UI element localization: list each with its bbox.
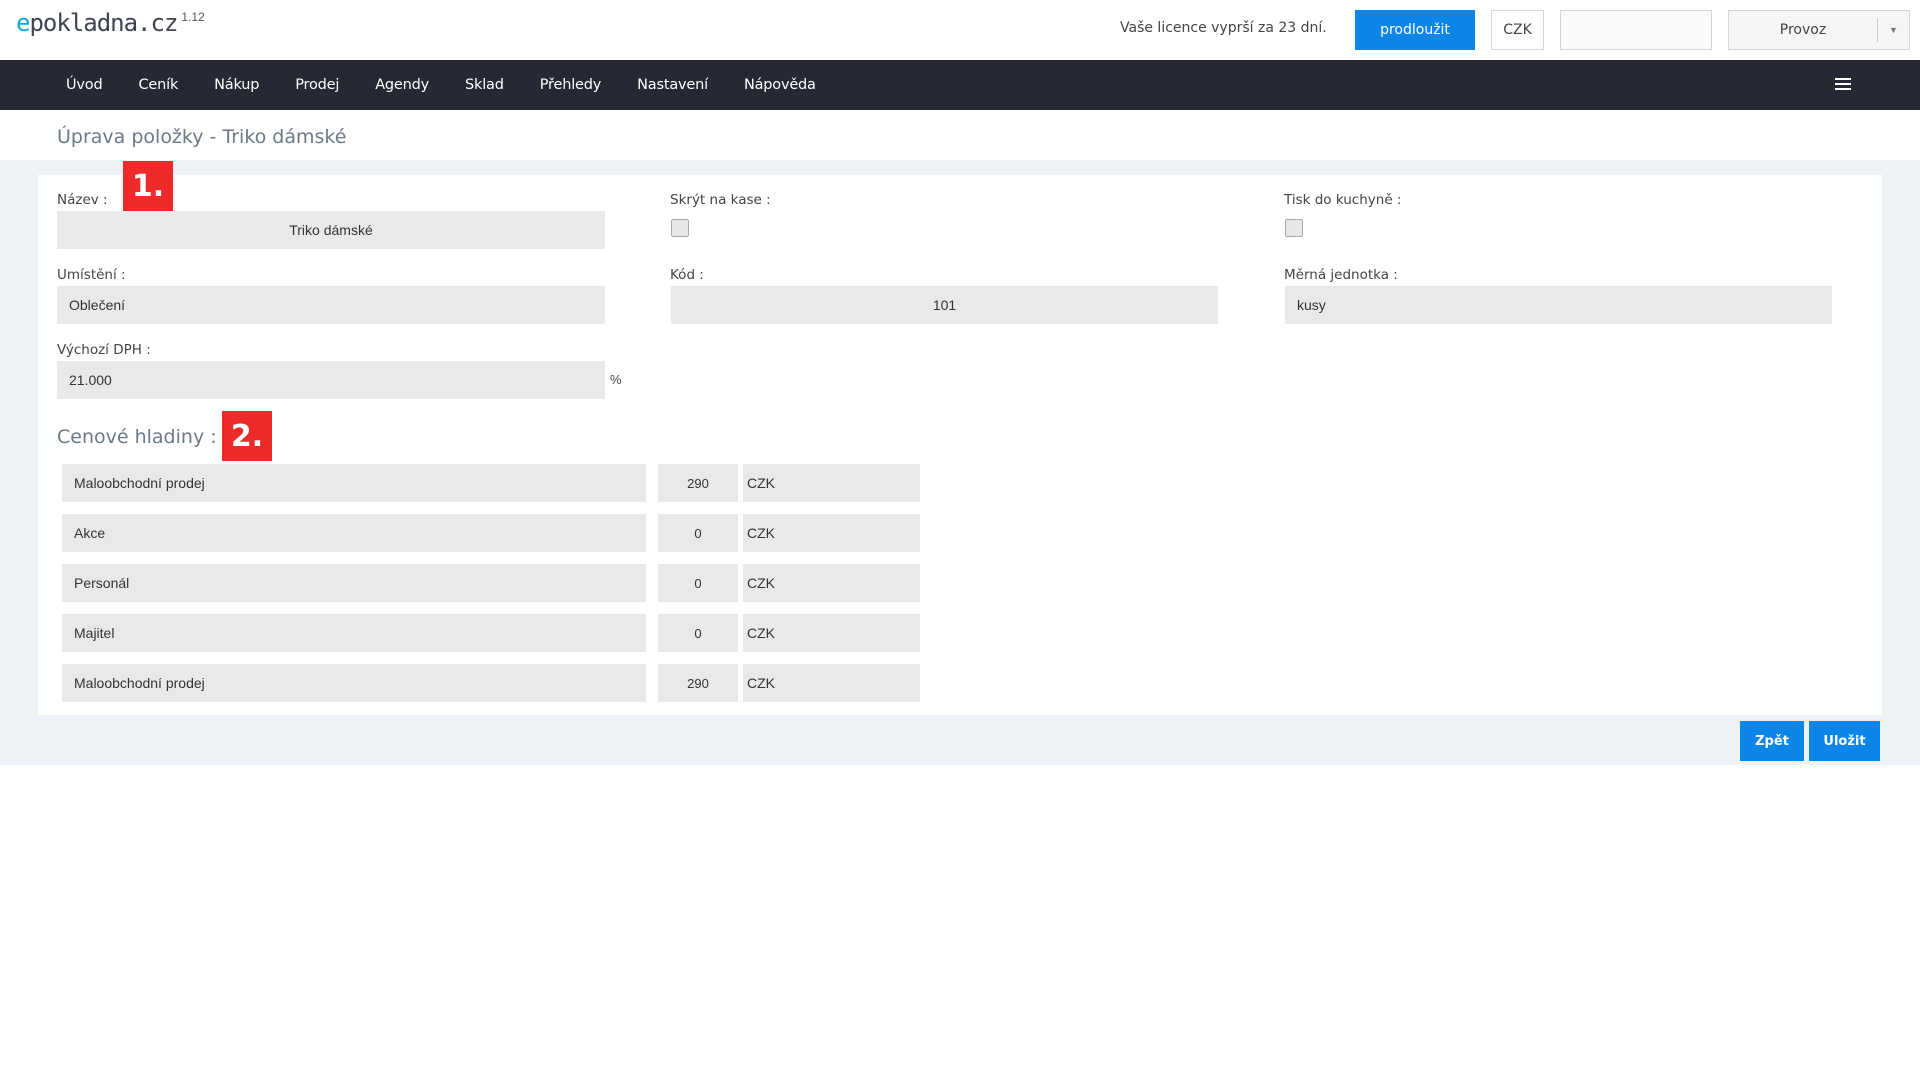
price-level-currency[interactable]: CZK (743, 664, 920, 702)
price-level-name[interactable]: Akce (62, 514, 646, 552)
nav-item-napoveda[interactable]: Nápověda (726, 60, 834, 110)
nav-item-nastaveni[interactable]: Nastavení (619, 60, 726, 110)
blank-field[interactable] (1560, 10, 1712, 50)
price-level-value[interactable]: 0 (658, 564, 738, 602)
nav-item-cenik[interactable]: Ceník (120, 60, 196, 110)
location-select[interactable]: Provoz ▼ (1728, 10, 1910, 50)
unit-label: Měrná jednotka : (1284, 267, 1398, 283)
step-badge-1: 1. (123, 161, 173, 211)
kitchen-print-checkbox[interactable] (1285, 219, 1303, 237)
price-level-value[interactable]: 0 (658, 614, 738, 652)
back-button[interactable]: Zpět (1740, 721, 1804, 761)
price-level-name[interactable]: Personál (62, 564, 646, 602)
vat-label: Výchozí DPH : (57, 342, 151, 358)
price-level-value[interactable]: 0 (658, 514, 738, 552)
price-level-row: Akce 0 CZK (62, 514, 920, 552)
price-level-currency[interactable]: CZK (743, 564, 920, 602)
price-level-name[interactable]: Majitel (62, 614, 646, 652)
nav-item-prehledy[interactable]: Přehledy (522, 60, 619, 110)
currency-selector[interactable]: CZK (1491, 10, 1544, 50)
vat-percent-unit: % (610, 372, 622, 387)
name-field[interactable]: Triko dámské (57, 211, 605, 249)
unit-field[interactable]: kusy (1285, 286, 1832, 324)
renew-license-button[interactable]: prodloužit (1355, 10, 1475, 50)
price-level-value[interactable]: 290 (658, 664, 738, 702)
nav-item-agendy[interactable]: Agendy (357, 60, 447, 110)
price-level-currency[interactable]: CZK (743, 464, 920, 502)
hide-on-register-checkbox[interactable] (671, 219, 689, 237)
code-field[interactable]: 101 (671, 286, 1218, 324)
location-select-label: Provoz (1779, 22, 1827, 38)
price-level-value[interactable]: 290 (658, 464, 738, 502)
step-badge-2: 2. (222, 411, 272, 461)
vat-field[interactable]: 21.000 (57, 361, 605, 399)
name-label: Název : (57, 192, 108, 208)
nav-item-sklad[interactable]: Sklad (447, 60, 522, 110)
price-level-name[interactable]: Maloobchodní prodej (62, 464, 646, 502)
nav-item-nakup[interactable]: Nákup (196, 60, 277, 110)
nav-item-uvod[interactable]: Úvod (48, 60, 120, 110)
price-level-currency[interactable]: CZK (743, 614, 920, 652)
price-level-row: Maloobchodní prodej 290 CZK (62, 664, 920, 702)
price-level-row: Maloobchodní prodej 290 CZK (62, 464, 920, 502)
price-level-row: Majitel 0 CZK (62, 614, 920, 652)
kitchen-print-label: Tisk do kuchyně : (1284, 192, 1402, 208)
license-notice: Vaše licence vyprší za 23 dní. (1120, 20, 1327, 36)
top-bar: epokladna.cz 1.12 Vaše licence vyprší za… (0, 0, 1920, 60)
nav-item-prodej[interactable]: Prodej (277, 60, 357, 110)
price-level-row: Personál 0 CZK (62, 564, 920, 602)
chevron-down-icon[interactable]: ▼ (1877, 18, 1909, 42)
price-level-name[interactable]: Maloobchodní prodej (62, 664, 646, 702)
page-title: Úprava položky - Triko dámské (57, 126, 347, 148)
main-navigation: Úvod Ceník Nákup Prodej Agendy Sklad Pře… (0, 60, 1920, 110)
price-levels-title: Cenové hladiny : (57, 426, 217, 448)
location-label: Umístění : (57, 267, 126, 283)
nav-menu: Úvod Ceník Nákup Prodej Agendy Sklad Pře… (48, 60, 834, 110)
location-field[interactable]: Oblečení (57, 286, 605, 324)
logo[interactable]: epokladna.cz 1.12 (16, 8, 205, 38)
code-label: Kód : (670, 267, 704, 283)
hide-on-register-label: Skrýt na kase : (670, 192, 771, 208)
save-button[interactable]: Uložit (1809, 721, 1880, 761)
price-level-currency[interactable]: CZK (743, 514, 920, 552)
app-version: 1.12 (181, 10, 205, 24)
logo-text: epokladna.cz (16, 9, 178, 37)
hamburger-menu-icon[interactable] (1835, 78, 1851, 92)
